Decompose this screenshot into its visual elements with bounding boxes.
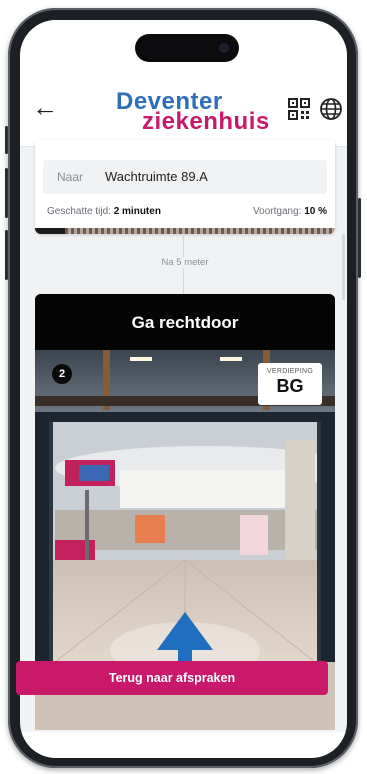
side-button (5, 230, 8, 280)
eta-value: 2 minuten (113, 206, 161, 217)
progress-label: Voortgang: (253, 206, 302, 217)
side-button (5, 126, 8, 154)
destination-label: Naar (57, 170, 84, 184)
progress-fill (35, 228, 65, 234)
dynamic-island (135, 34, 239, 62)
logo-line-2: ziekenhuis (142, 108, 270, 135)
step-instruction: Ga rechtdoor (35, 294, 335, 350)
camera-icon (219, 43, 229, 53)
destination-value: Wachtruimte 89.A (105, 169, 208, 184)
scrollbar[interactable] (342, 234, 345, 300)
floor-value: BG (276, 376, 304, 396)
floor-label: VERDIEPING (266, 368, 314, 375)
progress-track (35, 228, 335, 234)
globe-icon[interactable] (319, 97, 343, 121)
side-button (5, 168, 8, 218)
route-summary-card: Naar Wachtruimte 89.A Geschatte tijd: 2 … (35, 140, 335, 234)
step-distance: Na 5 meter (130, 257, 240, 268)
step-number-badge: 2 (52, 364, 72, 384)
progress-value: 10 % (304, 206, 327, 217)
eta: Geschatte tijd: 2 minuten (47, 206, 161, 217)
qr-code-icon[interactable] (288, 98, 310, 120)
back-to-appointments-button[interactable]: Terug naar afspraken (16, 661, 328, 695)
eta-label: Geschatte tijd: (47, 206, 111, 217)
arrow-left-icon[interactable]: ← (32, 94, 58, 120)
app-screen: ← Deventer ziekenhuis Naar Wachtruimte 8… (20, 20, 347, 758)
bottom-safe-area (20, 732, 347, 758)
destination-field: Naar Wachtruimte 89.A (43, 160, 327, 194)
hospital-logo: Deventer ziekenhuis (116, 88, 269, 135)
progress: Voortgang: 10 % (253, 206, 327, 217)
floor-indicator: VERDIEPING BG (258, 363, 322, 405)
side-button (358, 198, 361, 278)
